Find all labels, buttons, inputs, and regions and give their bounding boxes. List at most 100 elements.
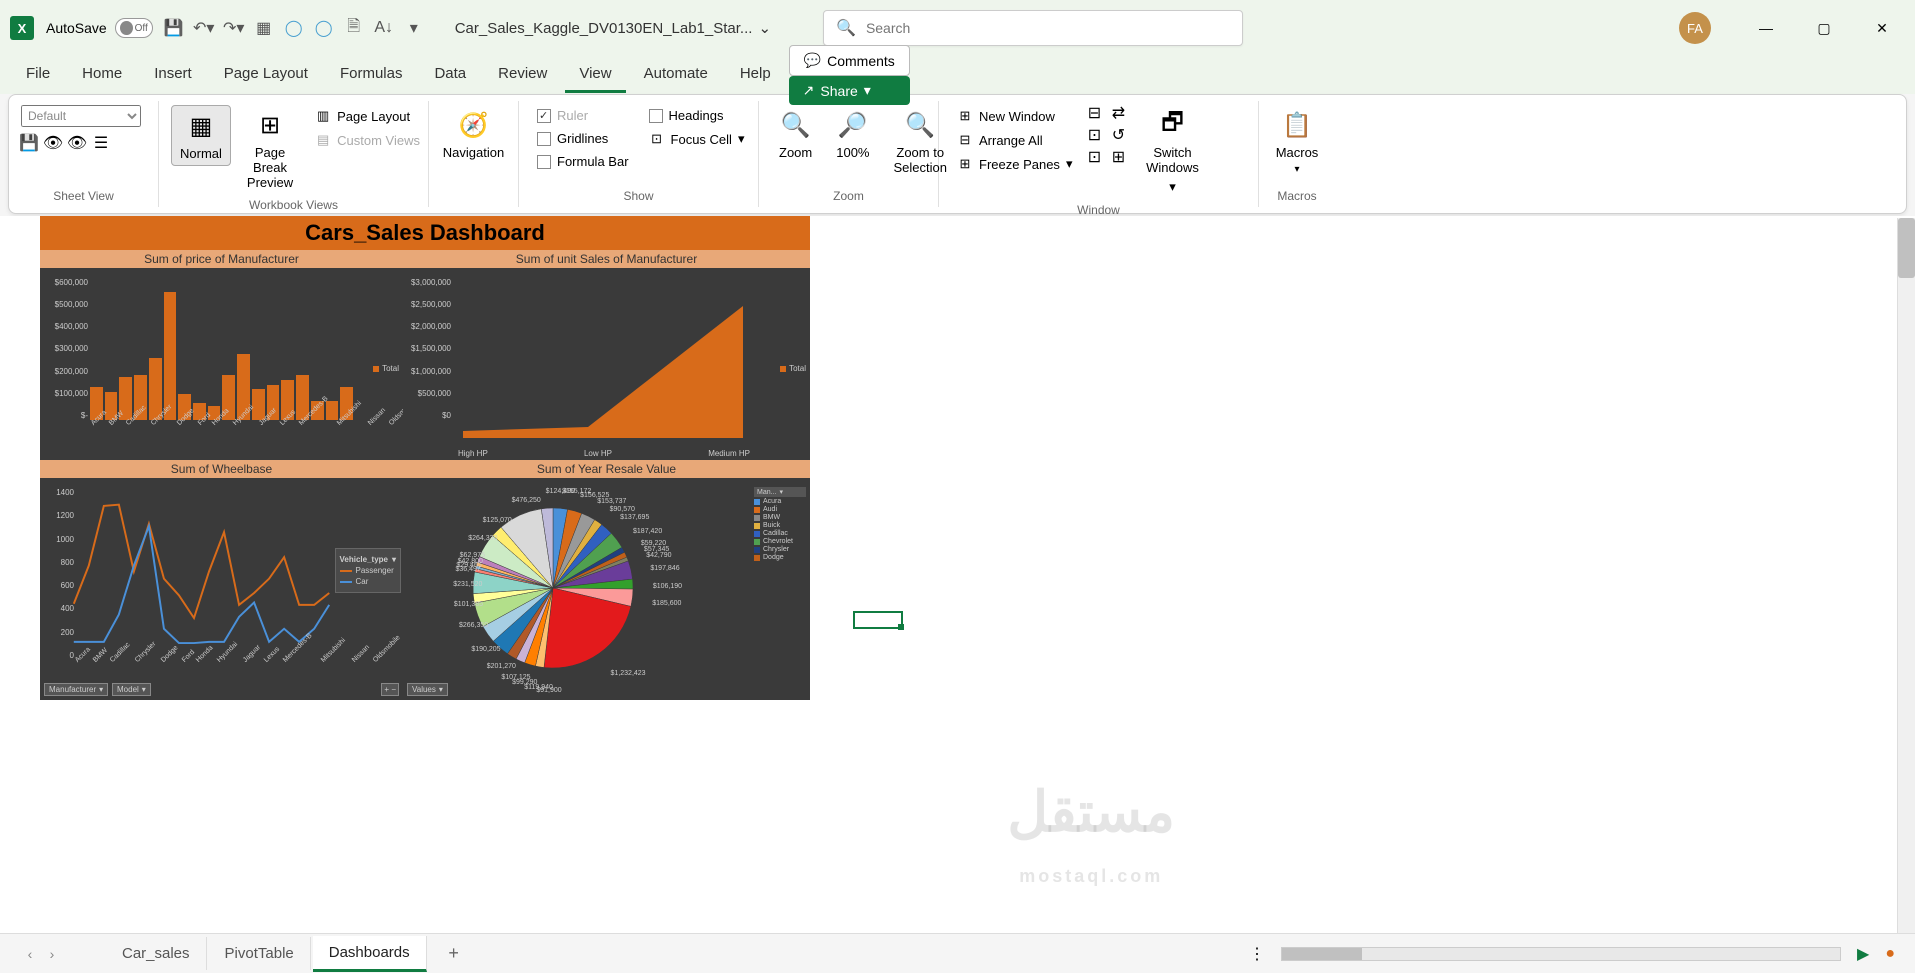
switch-windows-button[interactable]: 🗗Switch Windows ▾	[1134, 105, 1210, 199]
search-box[interactable]: 🔍	[823, 10, 1243, 46]
freeze-panes-icon: ⊞	[957, 156, 973, 172]
group-show-label: Show	[531, 185, 746, 203]
qa-icon-1[interactable]: ▦	[255, 19, 273, 37]
focus-cell-button[interactable]: ⊡Focus Cell ▾	[643, 128, 751, 150]
sheet-view-select[interactable]: Default	[21, 105, 141, 127]
exit-icon[interactable]: 👁	[45, 135, 61, 151]
pie-legend: Man... ▾ Acura Audi BMW Buick Cadillac C…	[754, 486, 806, 562]
share-icon: ↗	[803, 82, 815, 99]
filename[interactable]: Car_Sales_Kaggle_DV0130EN_Lab1_Star... ⌄	[455, 19, 771, 37]
freeze-panes-button[interactable]: ⊞Freeze Panes ▾	[951, 153, 1078, 175]
undo-icon[interactable]: ↶▾	[195, 19, 213, 37]
tab-automate[interactable]: Automate	[630, 57, 722, 93]
redo-icon[interactable]: ↷▾	[225, 19, 243, 37]
sheet-tab-dashboards[interactable]: Dashboards	[313, 936, 427, 972]
split-icon[interactable]: ⊟	[1086, 105, 1102, 121]
sheet-tab-car-sales[interactable]: Car_sales	[106, 937, 207, 970]
group-macros-label: Macros	[1271, 185, 1323, 203]
scroll-end-icon[interactable]: ●	[1885, 945, 1895, 963]
navigation-button[interactable]: 🧭 Navigation	[441, 105, 506, 164]
custom-views-button[interactable]: ▤Custom Views	[309, 129, 426, 151]
chart2-yaxis: $3,000,000$2,500,000$2,000,000$1,500,000…	[407, 278, 451, 420]
zoom-button[interactable]: 🔍Zoom	[771, 105, 820, 164]
share-dropdown-icon[interactable]: ▾	[864, 82, 871, 99]
sync-scroll-icon[interactable]: ⇄	[1110, 105, 1126, 121]
tab-formulas[interactable]: Formulas	[326, 57, 417, 93]
values-filter[interactable]: Values ▾	[407, 683, 448, 696]
page-layout-icon: ▥	[315, 108, 331, 124]
new-window-icon: ⊞	[957, 108, 973, 124]
qa-icon-3[interactable]: ◯	[315, 19, 333, 37]
pie-legend-title[interactable]: Man... ▾	[754, 487, 806, 497]
keep-icon[interactable]: 💾	[21, 135, 37, 151]
qa-icon-4[interactable]: 🗎	[345, 19, 363, 37]
unhide-icon[interactable]: ⊡	[1086, 149, 1102, 165]
group-zoom-label: Zoom	[771, 185, 926, 203]
tab-home[interactable]: Home	[68, 57, 136, 93]
gridlines-checkbox[interactable]: Gridlines	[531, 128, 635, 149]
new-icon[interactable]: 👁	[69, 135, 85, 151]
horizontal-scroll-thumb[interactable]	[1282, 948, 1362, 960]
minimize-icon[interactable]: —	[1743, 12, 1789, 44]
search-input[interactable]	[866, 20, 1230, 36]
vertical-scrollbar[interactable]	[1897, 218, 1915, 933]
tab-view[interactable]: View	[565, 57, 625, 93]
chart4-title: Sum of Year Resale Value	[403, 460, 810, 478]
selected-cell[interactable]	[853, 611, 903, 629]
chart2-body[interactable]: $3,000,000$2,500,000$2,000,000$1,500,000…	[403, 268, 810, 460]
normal-view-button[interactable]: ▦ Normal	[171, 105, 231, 166]
tab-file[interactable]: File	[12, 57, 64, 93]
scroll-right-icon[interactable]: ▶	[1857, 944, 1869, 964]
chart1-xaxis: AcuraBMWCadillacChryslerDodgeFordHondaHy…	[90, 422, 353, 458]
tab-help[interactable]: Help	[726, 57, 785, 93]
chart3-body[interactable]: 1400120010008006004002000 Vehicle_type ▾…	[40, 478, 403, 700]
comments-button[interactable]: 💬 Comments	[789, 45, 910, 76]
expand-filter[interactable]: + −	[381, 683, 399, 696]
ribbon-tabs: File Home Insert Page Layout Formulas Da…	[0, 56, 1915, 94]
arrange-all-button[interactable]: ⊟Arrange All	[951, 129, 1078, 151]
dashboard: Cars_Sales Dashboard Sum of price of Man…	[40, 216, 810, 700]
sheet-tab-pivot[interactable]: PivotTable	[209, 937, 311, 970]
tab-review[interactable]: Review	[484, 57, 561, 93]
checkbox-icon	[537, 132, 551, 146]
formula-bar-checkbox[interactable]: Formula Bar	[531, 151, 635, 172]
page-break-button[interactable]: ⊞ Page Break Preview	[239, 105, 301, 194]
options-icon[interactable]: ☰	[93, 135, 109, 151]
tab-insert[interactable]: Insert	[140, 57, 206, 93]
chart4-body[interactable]: $155,172$156,525$153,737$90,570$137,695$…	[403, 478, 810, 700]
group-window-label: Window	[951, 199, 1246, 217]
vertical-scroll-thumb[interactable]	[1898, 218, 1915, 278]
new-window-button[interactable]: ⊞New Window	[951, 105, 1078, 127]
autosave-toggle[interactable]: AutoSave Off	[46, 18, 153, 38]
reset-pos-icon[interactable]: ↺	[1110, 127, 1126, 143]
macros-button[interactable]: 📋Macros▾	[1271, 105, 1323, 179]
tab-page-layout[interactable]: Page Layout	[210, 57, 322, 93]
maximize-icon[interactable]: ▢	[1801, 12, 1847, 44]
save-icon[interactable]: 💾	[165, 19, 183, 37]
page-break-icon: ⊞	[254, 109, 286, 141]
headings-checkbox[interactable]: Headings	[643, 105, 751, 126]
model-filter[interactable]: Model ▾	[112, 683, 151, 696]
add-sheet-icon[interactable]: +	[439, 939, 469, 969]
chart3-legend: Vehicle_type ▾ Passenger Car	[335, 548, 402, 593]
prev-sheet-icon[interactable]: ‹	[20, 944, 40, 964]
view-side-icon[interactable]: ⊞	[1110, 149, 1126, 165]
manufacturer-filter[interactable]: Manufacturer ▾	[44, 683, 108, 696]
chart1-body[interactable]: $600,000$500,000$400,000$300,000$200,000…	[40, 268, 403, 460]
qa-more-icon[interactable]: ▾	[405, 19, 423, 37]
filename-dropdown-icon[interactable]: ⌄	[758, 19, 771, 37]
checkbox-icon	[537, 155, 551, 169]
close-icon[interactable]: ✕	[1859, 12, 1905, 44]
qa-icon-2[interactable]: ◯	[285, 19, 303, 37]
sort-icon[interactable]: A↓	[375, 19, 393, 37]
excel-icon: X	[10, 16, 34, 40]
next-sheet-icon[interactable]: ›	[42, 944, 62, 964]
zoom-100-button[interactable]: 🔎100%	[828, 105, 877, 164]
tab-data[interactable]: Data	[420, 57, 480, 93]
page-layout-button[interactable]: ▥Page Layout	[309, 105, 426, 127]
horizontal-scrollbar[interactable]	[1281, 947, 1841, 961]
hide-icon[interactable]: ⊡	[1086, 127, 1102, 143]
focus-cell-icon: ⊡	[649, 131, 665, 147]
user-avatar[interactable]: FA	[1679, 12, 1711, 44]
ruler-checkbox[interactable]: Ruler	[531, 105, 635, 126]
